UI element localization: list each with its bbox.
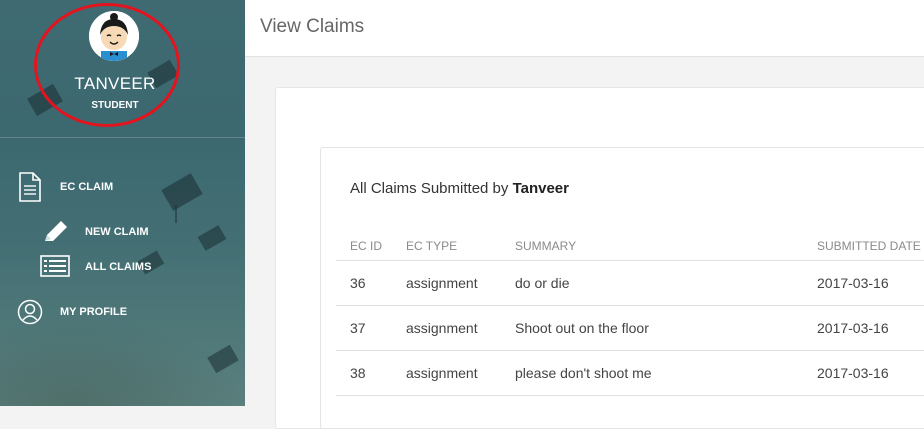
column-header-summary[interactable]: SUMMARY [515, 239, 576, 253]
pencil-icon [41, 219, 69, 250]
graduation-cap-bg [197, 225, 227, 251]
document-icon [18, 172, 42, 207]
cell-summary: Shoot out on the floor [515, 320, 649, 336]
cell-summary: please don't shoot me [515, 365, 652, 381]
cell-ec-type: assignment [406, 320, 478, 336]
cell-ec-id: 38 [350, 365, 366, 381]
column-header-submitted-date[interactable]: SUBMITTED DATE [817, 239, 921, 253]
cell-ec-type: assignment [406, 275, 478, 291]
cell-ec-type: assignment [406, 365, 478, 381]
list-icon [40, 255, 70, 282]
cell-submitted-date: 2017-03-16 [817, 275, 889, 291]
row-divider [336, 305, 924, 306]
nav-all-claims[interactable]: ALL CLAIMS [85, 261, 151, 273]
row-divider [336, 350, 924, 351]
graduation-cap-bg [161, 173, 203, 211]
nav-new-claim[interactable]: NEW CLAIM [85, 226, 149, 238]
cell-submitted-date: 2017-03-16 [817, 320, 889, 336]
tassel-bg [175, 205, 177, 223]
nav-my-profile[interactable]: MY PROFILE [60, 306, 127, 318]
nav-ec-claim[interactable]: EC CLAIM [60, 181, 113, 193]
claims-heading: All Claims Submitted by Tanveer [350, 180, 569, 197]
row-divider [336, 395, 924, 396]
header-divider [336, 260, 924, 261]
topbar: View Claims [245, 0, 924, 57]
user-profile-icon [17, 299, 43, 330]
cell-submitted-date: 2017-03-16 [817, 365, 889, 381]
cell-summary: do or die [515, 275, 570, 291]
page-title: View Claims [260, 16, 365, 37]
cell-ec-id: 36 [350, 275, 366, 291]
column-header-ec-type[interactable]: EC TYPE [406, 239, 457, 253]
cell-ec-id: 37 [350, 320, 366, 336]
claims-heading-name: Tanveer [512, 180, 569, 197]
column-header-ec-id[interactable]: EC ID [350, 239, 382, 253]
highlight-annotation [34, 3, 180, 127]
sidebar: TANVEER STUDENT EC CLAIM NEW CLAIM ALL C… [0, 0, 245, 406]
claims-heading-prefix: All Claims Submitted by [350, 180, 513, 197]
sidebar-divider [0, 137, 245, 138]
